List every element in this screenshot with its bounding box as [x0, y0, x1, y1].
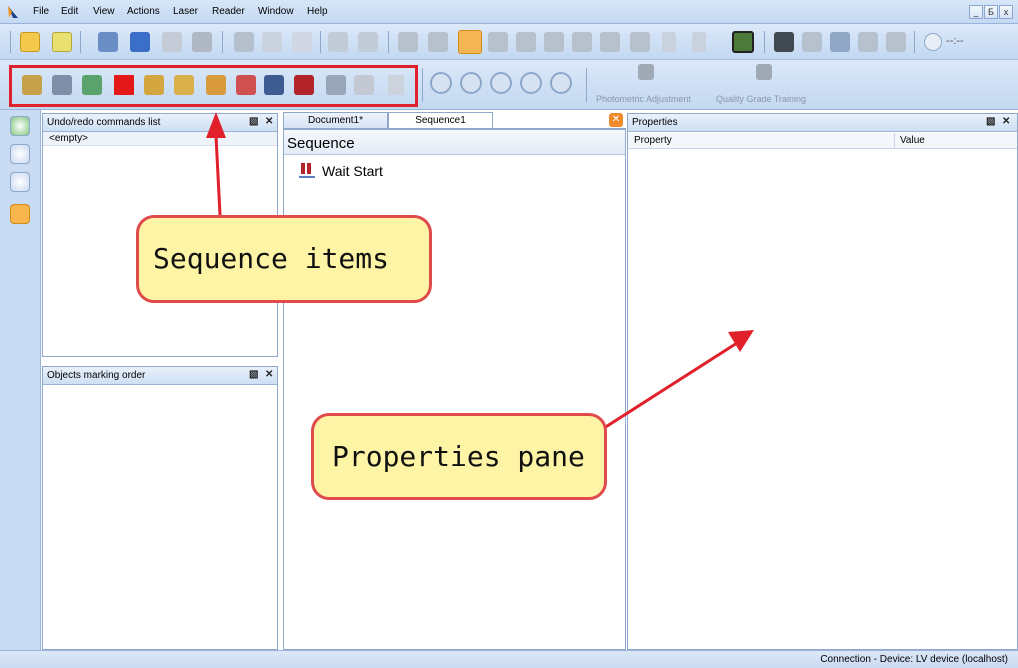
zoom-page-icon[interactable]: [550, 72, 572, 94]
left-tool-strip: [0, 110, 41, 650]
undo-icon[interactable]: [328, 32, 348, 52]
float-icon[interactable]: ▧: [249, 116, 258, 127]
copy-icon[interactable]: [262, 32, 282, 52]
cut-icon[interactable]: [234, 32, 254, 52]
close-tab-icon[interactable]: ✕: [609, 113, 623, 127]
minimize-button[interactable]: _: [969, 5, 983, 19]
connection-status: Connection - Device: LV device (localhos…: [820, 654, 1008, 665]
bracket-right-icon[interactable]: [692, 32, 706, 52]
paste-icon[interactable]: [292, 32, 312, 52]
tool-icon[interactable]: [600, 32, 620, 52]
search-icon[interactable]: [10, 204, 30, 224]
main-toolbar: --:--: [0, 24, 1018, 60]
tool-icon[interactable]: [544, 32, 564, 52]
open-document-icon[interactable]: [52, 32, 72, 52]
app-logo-icon: [8, 6, 18, 18]
menu-file[interactable]: File: [33, 6, 49, 18]
close-icon[interactable]: ✕: [265, 369, 273, 380]
property-column-header[interactable]: Property: [634, 135, 672, 146]
user-icon[interactable]: [858, 32, 878, 52]
objects-panel-toggle-icon[interactable]: [10, 144, 30, 164]
pointer-tool-icon[interactable]: [398, 32, 418, 52]
sequence-list-item[interactable]: Wait Start: [298, 160, 498, 182]
open-icon[interactable]: [98, 32, 118, 52]
close-icon[interactable]: ✕: [265, 116, 273, 127]
zoom-selection-icon[interactable]: [490, 72, 512, 94]
redo-icon[interactable]: [358, 32, 378, 52]
tab-document1[interactable]: Document1*: [283, 112, 388, 129]
device-icon[interactable]: [830, 32, 850, 52]
sequence-items-highlight: [9, 65, 418, 107]
empty-label: <empty>: [49, 133, 88, 144]
quality-grade-training-button[interactable]: Quality Grade Training: [716, 94, 806, 104]
move-tool-icon[interactable]: [428, 32, 448, 52]
objects-marking-order-panel: Objects marking order ▧ ✕: [42, 366, 278, 650]
tool-icon[interactable]: [488, 32, 508, 52]
print-icon[interactable]: [162, 32, 182, 52]
tool-icon[interactable]: [630, 32, 650, 52]
timer-icon[interactable]: [924, 33, 942, 51]
properties-pane: Properties ▧ ✕ Property Value: [627, 113, 1018, 650]
float-icon[interactable]: ▧: [986, 116, 995, 127]
tool-icon[interactable]: [886, 32, 906, 52]
tool-icon[interactable]: [802, 32, 822, 52]
panel-title: Undo/redo commands list: [47, 117, 161, 128]
menu-edit[interactable]: Edit: [61, 6, 78, 18]
timer-readout: --:--: [946, 35, 964, 47]
menu-laser[interactable]: Laser: [173, 6, 198, 18]
zoom-fit-icon[interactable]: [520, 72, 542, 94]
status-bar: Connection - Device: LV device (localhos…: [0, 650, 1018, 668]
menu-help[interactable]: Help: [307, 6, 328, 18]
properties-pane-callout: Properties pane: [311, 413, 607, 500]
save-icon[interactable]: [130, 32, 150, 52]
sequence-pane: Sequence Wait Start: [283, 129, 626, 650]
sequence-item-label: Wait Start: [322, 163, 383, 179]
photometric-adjustment-button[interactable]: Photometric Adjustment: [596, 94, 691, 104]
panel-title: Properties: [632, 117, 678, 128]
sequence-header: Sequence: [287, 135, 355, 152]
photometric-adjustment-icon[interactable]: [638, 64, 654, 80]
marker-icon[interactable]: [774, 32, 794, 52]
float-icon[interactable]: ▧: [249, 369, 258, 380]
tool-icon[interactable]: [516, 32, 536, 52]
menu-window[interactable]: Window: [258, 6, 294, 18]
zoom-in-icon[interactable]: [430, 72, 452, 94]
menu-reader[interactable]: Reader: [212, 6, 245, 18]
laser-preview-icon[interactable]: [732, 31, 754, 53]
undo-panel-toggle-icon[interactable]: [10, 116, 30, 136]
wait-start-icon: [299, 163, 315, 178]
value-column-header[interactable]: Value: [900, 135, 925, 146]
menu-view[interactable]: View: [93, 6, 115, 18]
menu-actions[interactable]: Actions: [127, 6, 160, 18]
quality-grade-training-icon[interactable]: [756, 64, 772, 80]
menu-bar: File Edit View Actions Laser Reader Wind…: [0, 0, 1018, 24]
restore-button[interactable]: Б: [984, 5, 998, 19]
sequence-toolbar: Photometric Adjustment Quality Grade Tra…: [0, 60, 1018, 110]
sequence-items-callout: Sequence items: [136, 215, 432, 303]
close-window-button[interactable]: x: [999, 5, 1013, 19]
tab-sequence1[interactable]: Sequence1: [388, 112, 493, 129]
zoom-out-icon[interactable]: [460, 72, 482, 94]
preview-icon[interactable]: [192, 32, 212, 52]
new-icon[interactable]: [20, 32, 40, 52]
tool-icon[interactable]: [572, 32, 592, 52]
panel-title: Objects marking order: [47, 370, 146, 381]
bracket-left-icon[interactable]: [662, 32, 676, 52]
close-icon[interactable]: ✕: [1002, 116, 1010, 127]
info-panel-toggle-icon[interactable]: [10, 172, 30, 192]
active-tool-icon[interactable]: [458, 30, 482, 54]
